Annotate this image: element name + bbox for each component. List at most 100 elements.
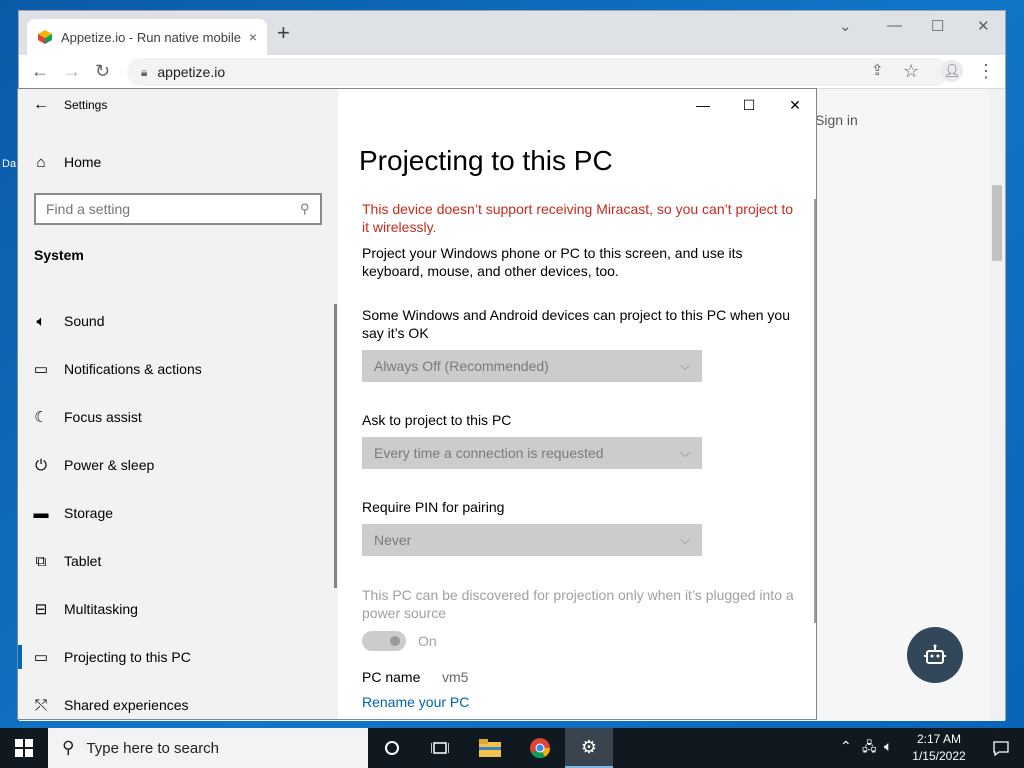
browser-minimize-icon[interactable]: — [887, 17, 902, 34]
settings-titlebar: ← Settings [18, 89, 338, 121]
minimize-icon[interactable]: — [680, 89, 726, 121]
sidebar-item-storage[interactable]: ▬ Storage [18, 489, 338, 537]
page-scrollbar[interactable] [989, 89, 1005, 721]
sidebar-item-projecting[interactable]: ▭ Projecting to this PC [18, 633, 338, 681]
settings-window: ← Settings ⌂ Home ⚲ System 🔈︎ Sound ▭ No… [17, 88, 817, 720]
windows-start-icon[interactable] [0, 728, 48, 768]
power-icon: ⏻ [35, 456, 47, 474]
dropdown-value: Never [374, 532, 412, 548]
network-icon[interactable]: 🖧︎ [862, 738, 877, 760]
rename-pc-link[interactable]: Rename your PC [362, 694, 469, 710]
volume-muted-icon[interactable]: 🔈︎ [884, 738, 892, 755]
tab-title: Appetize.io - Run native mobile apps in … [61, 29, 243, 45]
browser-tab[interactable]: Appetize.io - Run native mobile apps in … [27, 19, 267, 55]
robot-icon[interactable] [907, 627, 963, 683]
tab-search-chevron-icon[interactable]: ⌄ [839, 17, 852, 35]
chrome-icon[interactable] [516, 728, 564, 768]
page-scroll-thumb[interactable] [992, 185, 1002, 261]
settings-content: — ☐ ✕ Projecting to this PC This device … [338, 89, 816, 719]
moon-icon: ☾ [34, 409, 48, 426]
toggle-state-label: On [418, 633, 437, 649]
sidebar-item-power-sleep[interactable]: ⏻ Power & sleep [18, 441, 338, 489]
speaker-icon: 🔈︎ [36, 312, 46, 330]
shared-icon: ⤲ [34, 696, 47, 714]
lock-icon: 🔒︎ [141, 64, 148, 79]
tab-close-icon[interactable]: × [249, 29, 257, 45]
close-icon[interactable]: ✕ [772, 89, 816, 121]
file-explorer-icon[interactable] [466, 728, 514, 768]
chevron-down-icon: ⌵ [680, 532, 690, 547]
chevron-up-icon[interactable]: ⌃ [840, 738, 852, 755]
projecting-icon: ▭ [33, 649, 49, 666]
clock-time: 2:17 AM [916, 732, 962, 746]
back-arrow-icon[interactable]: ← [18, 96, 64, 114]
sidebar-item-label: Sound [64, 313, 105, 329]
section-title: System [34, 247, 84, 263]
settings-app-title: Settings [64, 98, 108, 112]
chevron-down-icon: ⌵ [680, 358, 690, 373]
sidebar-item-multitasking[interactable]: ⊟ Multitasking [18, 585, 338, 633]
browser-maximize-icon[interactable]: ☐ [931, 17, 944, 35]
power-source-toggle[interactable] [362, 631, 406, 651]
page-description: Project your Windows phone or PC to this… [362, 245, 743, 279]
sidebar-item-focus-assist[interactable]: ☾ Focus assist [18, 393, 338, 441]
tablet-icon: ⧉ [35, 552, 47, 570]
chevron-down-icon: ⌵ [680, 445, 690, 460]
search-icon: ⚲ [62, 738, 75, 757]
ask-to-project-dropdown[interactable]: Every time a connection is requested ⌵ [362, 437, 702, 469]
sidebar-item-shared-experiences[interactable]: ⤲ Shared experiences [18, 681, 338, 719]
home-label: Home [64, 154, 102, 170]
task-view-icon[interactable] [416, 728, 464, 768]
share-icon[interactable]: ⇪ [871, 61, 884, 81]
sidebar-item-label: Shared experiences [64, 697, 189, 713]
sidebar-item-label: Notifications & actions [64, 361, 202, 377]
address-bar[interactable]: 🔒︎ appetize.io [127, 58, 949, 86]
settings-gear-icon[interactable]: ⚙ [565, 728, 613, 768]
sidebar-item-home[interactable]: ⌂ Home [18, 146, 338, 178]
content-scrollbar[interactable] [814, 199, 816, 623]
system-clock[interactable]: 2:17 AM 1/15/2022 [905, 731, 973, 765]
sidebar-scrollbar[interactable] [334, 304, 337, 588]
storage-icon: ▬ [33, 504, 49, 522]
window-controls: — ☐ ✕ [680, 89, 816, 121]
maximize-icon[interactable]: ☐ [726, 89, 772, 121]
taskbar: ⚲ Type here to search ⚙ ⌃ 🖧︎ 🔈︎ 2:17 AM … [0, 728, 1024, 768]
back-icon[interactable]: ← [31, 61, 49, 81]
dropdown-value: Every time a connection is requested [374, 445, 604, 461]
power-source-note: This PC can be discovered for projection… [362, 587, 794, 621]
action-center-icon[interactable] [978, 728, 1024, 768]
url-text: appetize.io [157, 64, 226, 80]
projection-availability-label: Some Windows and Android devices can pro… [362, 307, 791, 341]
sign-in-link[interactable]: Sign in [815, 112, 858, 128]
find-setting-input[interactable] [46, 201, 301, 217]
multitasking-icon: ⊟ [34, 601, 48, 618]
sidebar-item-tablet[interactable]: ⧉ Tablet [18, 537, 338, 585]
sidebar-item-sound[interactable]: 🔈︎ Sound [18, 297, 338, 345]
reload-icon[interactable]: ↻ [95, 61, 110, 81]
sidebar-nav-list: 🔈︎ Sound ▭ Notifications & actions ☾ Foc… [18, 297, 338, 719]
taskbar-search-box[interactable]: ⚲ Type here to search [48, 728, 368, 768]
page-title: Projecting to this PC [359, 145, 613, 176]
bookmark-star-icon[interactable]: ☆ [903, 61, 919, 81]
settings-search-box[interactable]: ⚲ [34, 193, 322, 225]
search-icon[interactable]: ⚲ [300, 201, 310, 217]
miracast-error-text: This device doesn’t support receiving Mi… [362, 201, 794, 235]
new-tab-button[interactable]: + [277, 22, 290, 44]
notifications-icon: ▭ [33, 361, 49, 378]
sidebar-item-notifications[interactable]: ▭ Notifications & actions [18, 345, 338, 393]
settings-sidebar: ← Settings ⌂ Home ⚲ System 🔈︎ Sound ▭ No… [18, 89, 338, 719]
menu-kebab-icon[interactable]: ⋮ [977, 61, 995, 81]
home-icon: ⌂ [36, 153, 46, 171]
browser-close-icon[interactable]: ✕ [977, 17, 990, 35]
desktop-icon-label[interactable]: Da [2, 158, 16, 170]
sidebar-item-label: Storage [64, 505, 114, 521]
forward-icon[interactable]: → [63, 61, 81, 81]
sidebar-item-label: Projecting to this PC [64, 649, 191, 665]
pc-name-label: PC name [362, 669, 421, 685]
profile-avatar-icon[interactable]: 👤︎ [941, 60, 963, 82]
require-pin-dropdown[interactable]: Never ⌵ [362, 524, 702, 556]
projection-availability-dropdown[interactable]: Always Off (Recommended) ⌵ [362, 350, 702, 382]
clock-date: 1/15/2022 [912, 749, 966, 763]
pc-name-value: vm5 [442, 669, 469, 685]
cortana-circle-icon[interactable] [368, 728, 416, 768]
